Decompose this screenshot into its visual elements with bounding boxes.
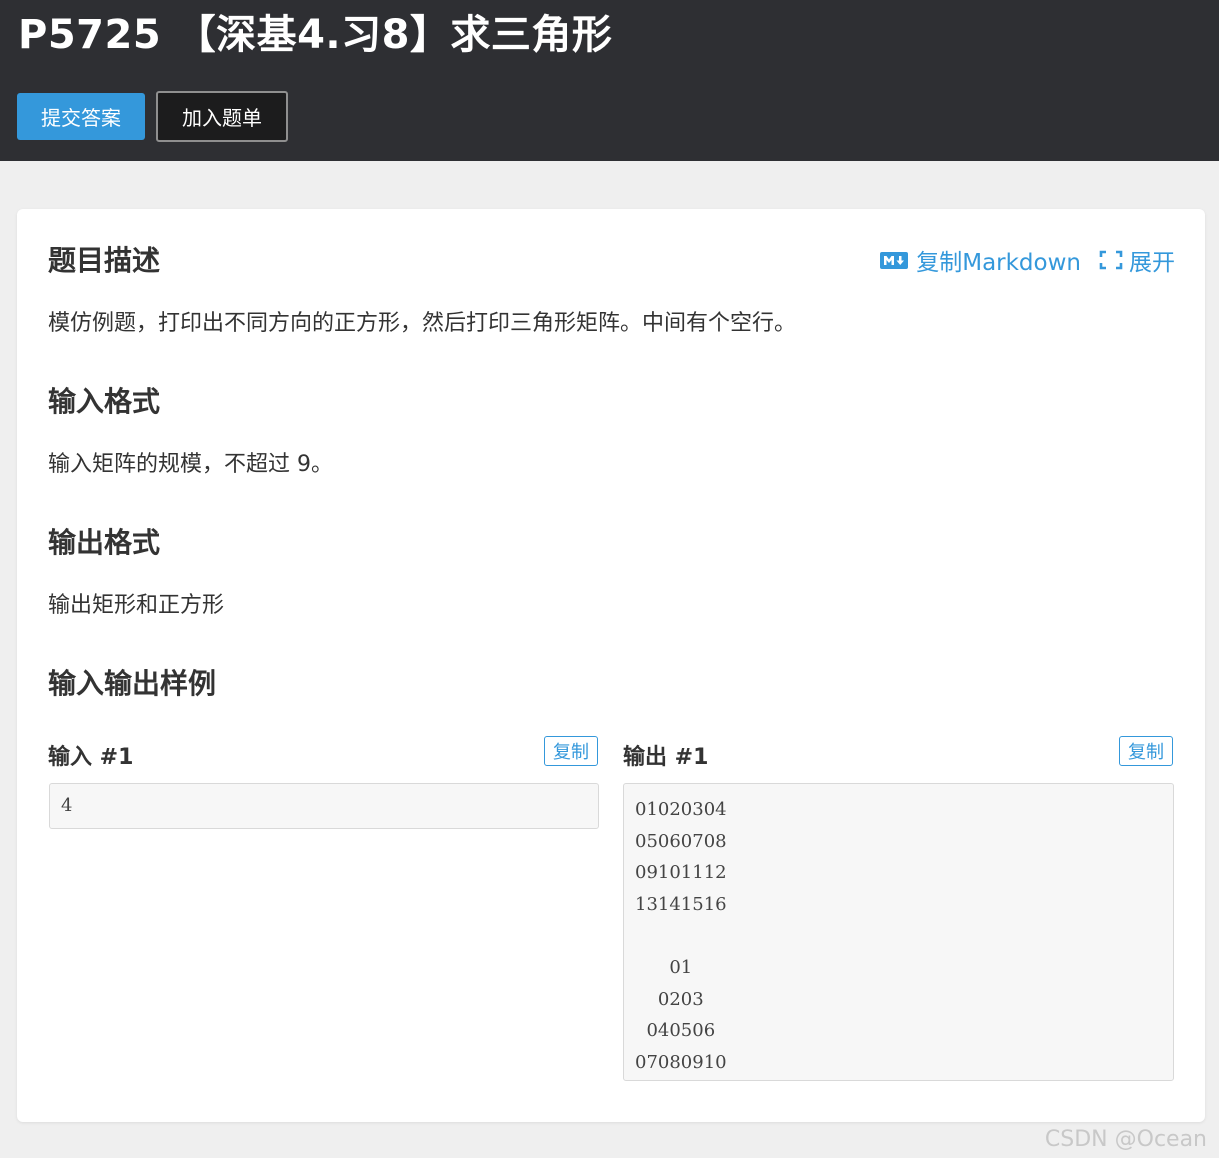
description-heading: 题目描述	[48, 244, 161, 277]
copy-output-button[interactable]: 复制	[1119, 736, 1173, 766]
markdown-icon	[880, 251, 909, 269]
samples-heading: 输入输出样例	[48, 667, 217, 700]
sample-output-content: 01020304 05060708 09101112 13141516 01 0…	[623, 783, 1174, 1081]
watermark: CSDN @Ocean	[1044, 1127, 1207, 1152]
copy-markdown-button[interactable]: 复制Markdown	[880, 243, 1081, 277]
sample-input-label: 输入 #1	[48, 745, 134, 770]
input-format-text: 输入矩阵的规模，不超过 9。	[48, 452, 333, 477]
problem-toolbar: 复制Markdown 展开	[880, 243, 1175, 277]
description-text: 模仿例题，打印出不同方向的正方形，然后打印三角形矩阵。中间有个空行。	[48, 311, 797, 336]
expand-button[interactable]: 展开	[1081, 243, 1175, 277]
expand-icon	[1099, 250, 1123, 270]
copy-input-button[interactable]: 复制	[544, 736, 598, 766]
problem-title: P5725 【深基4.习8】求三角形	[18, 12, 613, 58]
problem-header: P5725 【深基4.习8】求三角形 提交答案 加入题单	[0, 0, 1219, 161]
problem-card: 题目描述 复制Markdown 展开 模仿例题，打印出不同方向的正方形，然后打印…	[17, 209, 1205, 1122]
input-format-heading: 输入格式	[48, 385, 161, 418]
submit-answer-button[interactable]: 提交答案	[17, 93, 145, 140]
sample-input-content: 4	[49, 783, 599, 829]
copy-markdown-label: 复制Markdown	[916, 250, 1081, 276]
output-format-heading: 输出格式	[48, 526, 161, 559]
sample-output-label: 输出 #1	[623, 745, 709, 770]
add-to-list-button[interactable]: 加入题单	[156, 91, 288, 142]
expand-label: 展开	[1129, 250, 1175, 276]
output-format-text: 输出矩形和正方形	[48, 593, 225, 618]
